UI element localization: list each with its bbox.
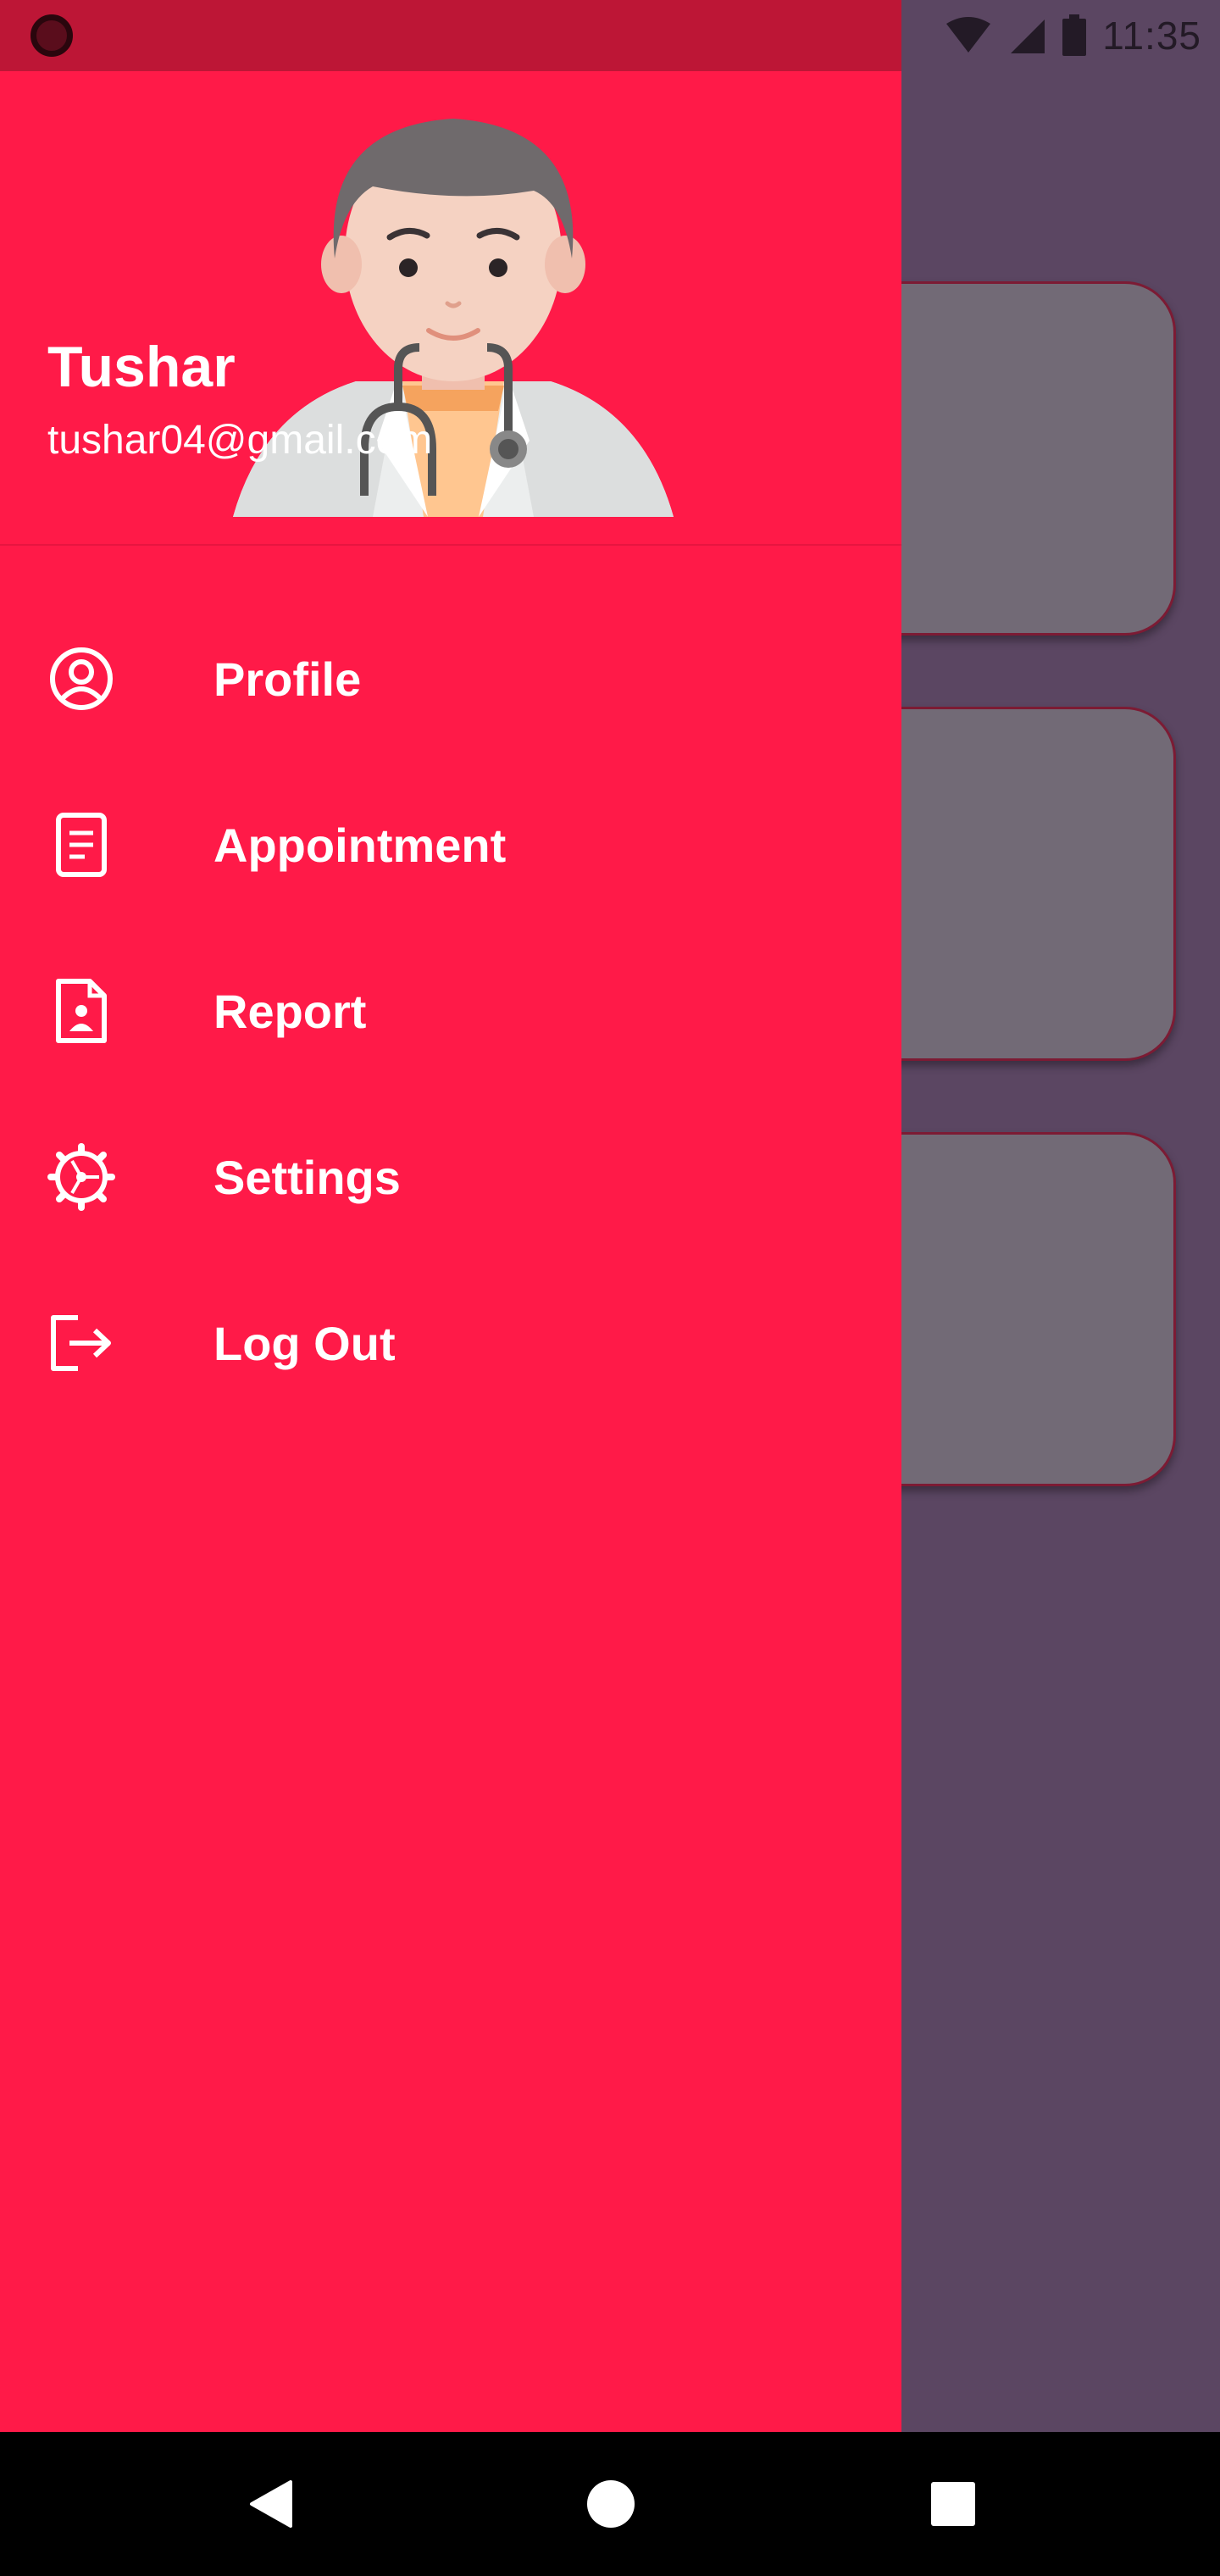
recording-icon: [30, 14, 73, 57]
navigation-drawer: Tushar tushar04@gmail.com Profile Appoin…: [0, 71, 901, 2432]
menu-item-label: Report: [214, 984, 367, 1038]
menu-item-label: Appointment: [214, 818, 507, 872]
status-bar: 11:35: [0, 0, 1220, 71]
status-time: 11:35: [1102, 14, 1201, 58]
status-bar-indicators: 11:35: [945, 0, 1201, 71]
menu-item-label: Profile: [214, 652, 362, 706]
home-icon[interactable]: [581, 2474, 640, 2534]
battery-icon: [1062, 14, 1087, 56]
menu-item-logout[interactable]: Log Out: [0, 1280, 901, 1407]
user-email: tushar04@gmail.com: [47, 418, 433, 463]
signal-icon: [1011, 19, 1045, 53]
system-nav-bar: [0, 2432, 1220, 2576]
settings-icon: [46, 1141, 117, 1213]
menu-item-report[interactable]: Report: [0, 947, 901, 1074]
menu-item-settings[interactable]: Settings: [0, 1113, 901, 1241]
appointment-icon: [46, 809, 117, 880]
wifi-icon: [946, 17, 991, 53]
logout-icon: [46, 1307, 117, 1379]
menu-item-profile[interactable]: Profile: [0, 615, 901, 742]
user-name: Tushar: [47, 335, 236, 399]
status-bar-left: [0, 0, 901, 71]
back-icon[interactable]: [241, 2474, 300, 2534]
menu-item-label: Log Out: [214, 1316, 396, 1370]
menu-item-label: Settings: [214, 1150, 401, 1204]
drawer-header: Tushar tushar04@gmail.com: [0, 71, 901, 546]
profile-icon: [46, 643, 117, 714]
recents-icon[interactable]: [923, 2474, 983, 2534]
report-icon: [46, 975, 117, 1046]
menu-item-appointment[interactable]: Appointment: [0, 781, 901, 908]
